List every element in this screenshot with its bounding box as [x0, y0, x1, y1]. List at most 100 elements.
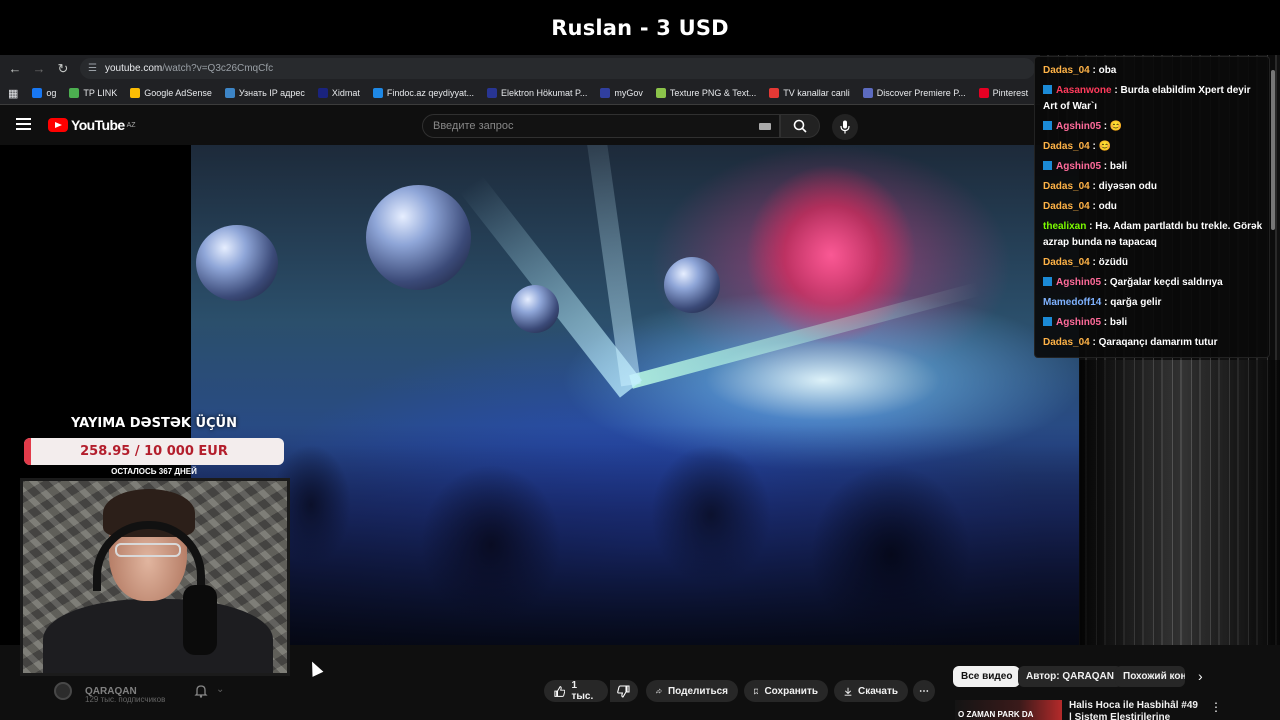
url-path: /watch?v=Q3c26CmqCfc [162, 63, 274, 74]
bookmark-item[interactable]: Xidmat [317, 88, 360, 98]
apps-grid-icon[interactable]: ▦ [8, 87, 18, 100]
chat-message: Agshin05 : bəli [1043, 313, 1263, 333]
chat-username[interactable]: Mamedoff14 [1043, 297, 1101, 308]
chat-separator: : [1101, 277, 1110, 288]
chat-text: 😊 [1109, 121, 1123, 132]
chat-username[interactable]: Agshin05 [1056, 277, 1101, 288]
bookmark-favicon-icon [130, 88, 141, 98]
download-button[interactable]: Скачать [834, 680, 908, 702]
bookmark-item[interactable]: Google AdSense [130, 88, 212, 98]
chip-all-videos-label: Все видео [961, 671, 1013, 682]
like-button[interactable]: 1 тыс. [544, 680, 608, 702]
channel-subscribers: 129 тыс. подписчиков [85, 695, 166, 704]
bookmark-item[interactable]: TV kanallar canli [769, 88, 850, 98]
video-disco-ball [196, 225, 278, 301]
bookmark-favicon-icon [862, 88, 873, 98]
address-bar[interactable]: ☰ youtube.com/watch?v=Q3c26CmqCfc [80, 58, 1035, 79]
url-host: youtube.com [104, 63, 163, 74]
bookmark-favicon-icon [372, 88, 383, 98]
recommendation-menu-icon[interactable]: ⋮ [1210, 700, 1222, 714]
donation-amount: 258.95 / 10 000 EUR [80, 444, 228, 459]
dislike-button[interactable] [610, 680, 638, 702]
chat-separator: : [1089, 201, 1099, 212]
stream-alert-text: Ruslan - 3 USD [551, 15, 729, 40]
bookmark-item[interactable]: og [32, 88, 56, 98]
bookmark-label: og [46, 88, 57, 98]
share-label: Поделиться [667, 685, 728, 697]
chevron-down-icon[interactable]: ⌄ [216, 684, 224, 695]
chat-badge-icon [1043, 121, 1052, 130]
stream-alert-banner: Ruslan - 3 USD [0, 0, 1280, 55]
chat-username[interactable]: Dadas_04 [1043, 201, 1090, 212]
bookmark-label: Узнать IP адрес [238, 88, 305, 98]
chat-badge-icon [1043, 317, 1052, 326]
menu-icon[interactable] [16, 118, 31, 130]
chip-similar-label: Похожий конт [1123, 671, 1185, 682]
video-player[interactable] [191, 145, 1079, 645]
chat-separator: : [1089, 337, 1099, 348]
donation-progress-bar: 258.95 / 10 000 EUR [24, 438, 284, 465]
search-input[interactable]: Введите запрос [422, 114, 780, 138]
bookmark-item[interactable]: Pinterest [978, 88, 1028, 98]
browser-toolbar: ← → ↻ ☰ youtube.com/watch?v=Q3c26CmqCfc [0, 55, 1040, 82]
bookmark-item[interactable]: Elektron Hökumat P... [486, 88, 588, 98]
bookmark-label: Elektron Hökumat P... [500, 88, 588, 98]
bookmark-favicon-icon [69, 88, 80, 98]
chat-text: odu [1098, 201, 1117, 212]
bookmark-item[interactable]: Texture PNG & Text... [655, 88, 756, 98]
chat-separator: : [1089, 257, 1099, 268]
more-icon: ⋯ [919, 685, 929, 697]
bookmark-label: Google AdSense [144, 88, 212, 98]
video-disco-ball [366, 185, 471, 290]
chat-username[interactable]: Dadas_04 [1043, 337, 1090, 348]
forward-icon[interactable]: → [27, 55, 51, 82]
chat-scrollbar[interactable] [1271, 70, 1275, 230]
chat-username[interactable]: Dadas_04 [1043, 257, 1090, 268]
recommendation-title[interactable]: Halis Hoca ile Hasbihâl #49 | Sistem Ele… [1069, 700, 1199, 720]
bookmark-label: TV kanallar canli [783, 88, 850, 98]
chat-text: bəli [1109, 317, 1128, 328]
chat-username[interactable]: Agshin05 [1056, 317, 1101, 328]
bookmark-favicon-icon [655, 88, 666, 98]
bookmark-favicon-icon [486, 88, 497, 98]
chat-username[interactable]: Dadas_04 [1043, 65, 1090, 76]
chat-separator: : [1101, 297, 1111, 308]
chevron-right-icon[interactable]: › [1198, 668, 1203, 684]
chat-username[interactable]: Dadas_04 [1043, 181, 1090, 192]
chat-username[interactable]: thealixan [1043, 221, 1086, 232]
chip-all-videos[interactable]: Все видео [953, 666, 1021, 687]
keyboard-icon[interactable] [759, 123, 771, 130]
chat-message: Dadas_04 : diyəsən odu [1043, 177, 1263, 197]
recommendation-thumbnail[interactable]: O ZAMAN PARK DA [955, 700, 1062, 720]
chat-username[interactable]: Aasanwone [1056, 85, 1112, 96]
youtube-logo-text: YouTube [71, 117, 125, 133]
chip-similar[interactable]: Похожий конт [1115, 666, 1185, 687]
bookmark-item[interactable]: Discover Premiere P... [862, 88, 966, 98]
bookmark-item[interactable]: TP LINK [69, 88, 117, 98]
reload-icon[interactable]: ↻ [51, 55, 75, 82]
search-button[interactable] [780, 114, 820, 138]
channel-avatar[interactable] [54, 682, 72, 700]
bookmarks-bar: ▦ og TP LINK Google AdSense Узнать IP адрес… [0, 82, 1040, 105]
recommendation-thumbnail-text: O ZAMAN PARK DA [958, 710, 1034, 719]
bookmark-item[interactable]: Узнать IP адрес [224, 88, 305, 98]
chat-username[interactable]: Dadas_04 [1043, 141, 1090, 152]
chat-message: Agshin05 : Qarğalar keçdi saldırıya [1043, 273, 1263, 293]
channel-info[interactable]: QARAQAN 129 тыс. подписчиков [54, 676, 165, 706]
chat-username[interactable]: Agshin05 [1056, 161, 1101, 172]
voice-search-button[interactable] [832, 114, 858, 140]
bell-icon[interactable] [193, 683, 209, 699]
microphone-icon [840, 120, 850, 134]
back-icon[interactable]: ← [3, 55, 27, 82]
thumbs-down-icon [617, 684, 630, 698]
site-info-icon[interactable]: ☰ [88, 63, 97, 74]
bookmark-item[interactable]: myGov [600, 88, 643, 98]
share-button[interactable]: Поделиться [646, 680, 738, 702]
bookmark-item[interactable]: Findoc.az qeydiyyat... [372, 88, 474, 98]
more-actions-button[interactable]: ⋯ [913, 680, 935, 702]
save-button[interactable]: Сохранить [744, 680, 828, 702]
chat-separator: : [1086, 221, 1096, 232]
youtube-logo[interactable]: YouTube AZ [48, 117, 136, 133]
chip-author[interactable]: Автор: QARAQAN [1018, 666, 1122, 687]
chat-username[interactable]: Agshin05 [1056, 121, 1101, 132]
